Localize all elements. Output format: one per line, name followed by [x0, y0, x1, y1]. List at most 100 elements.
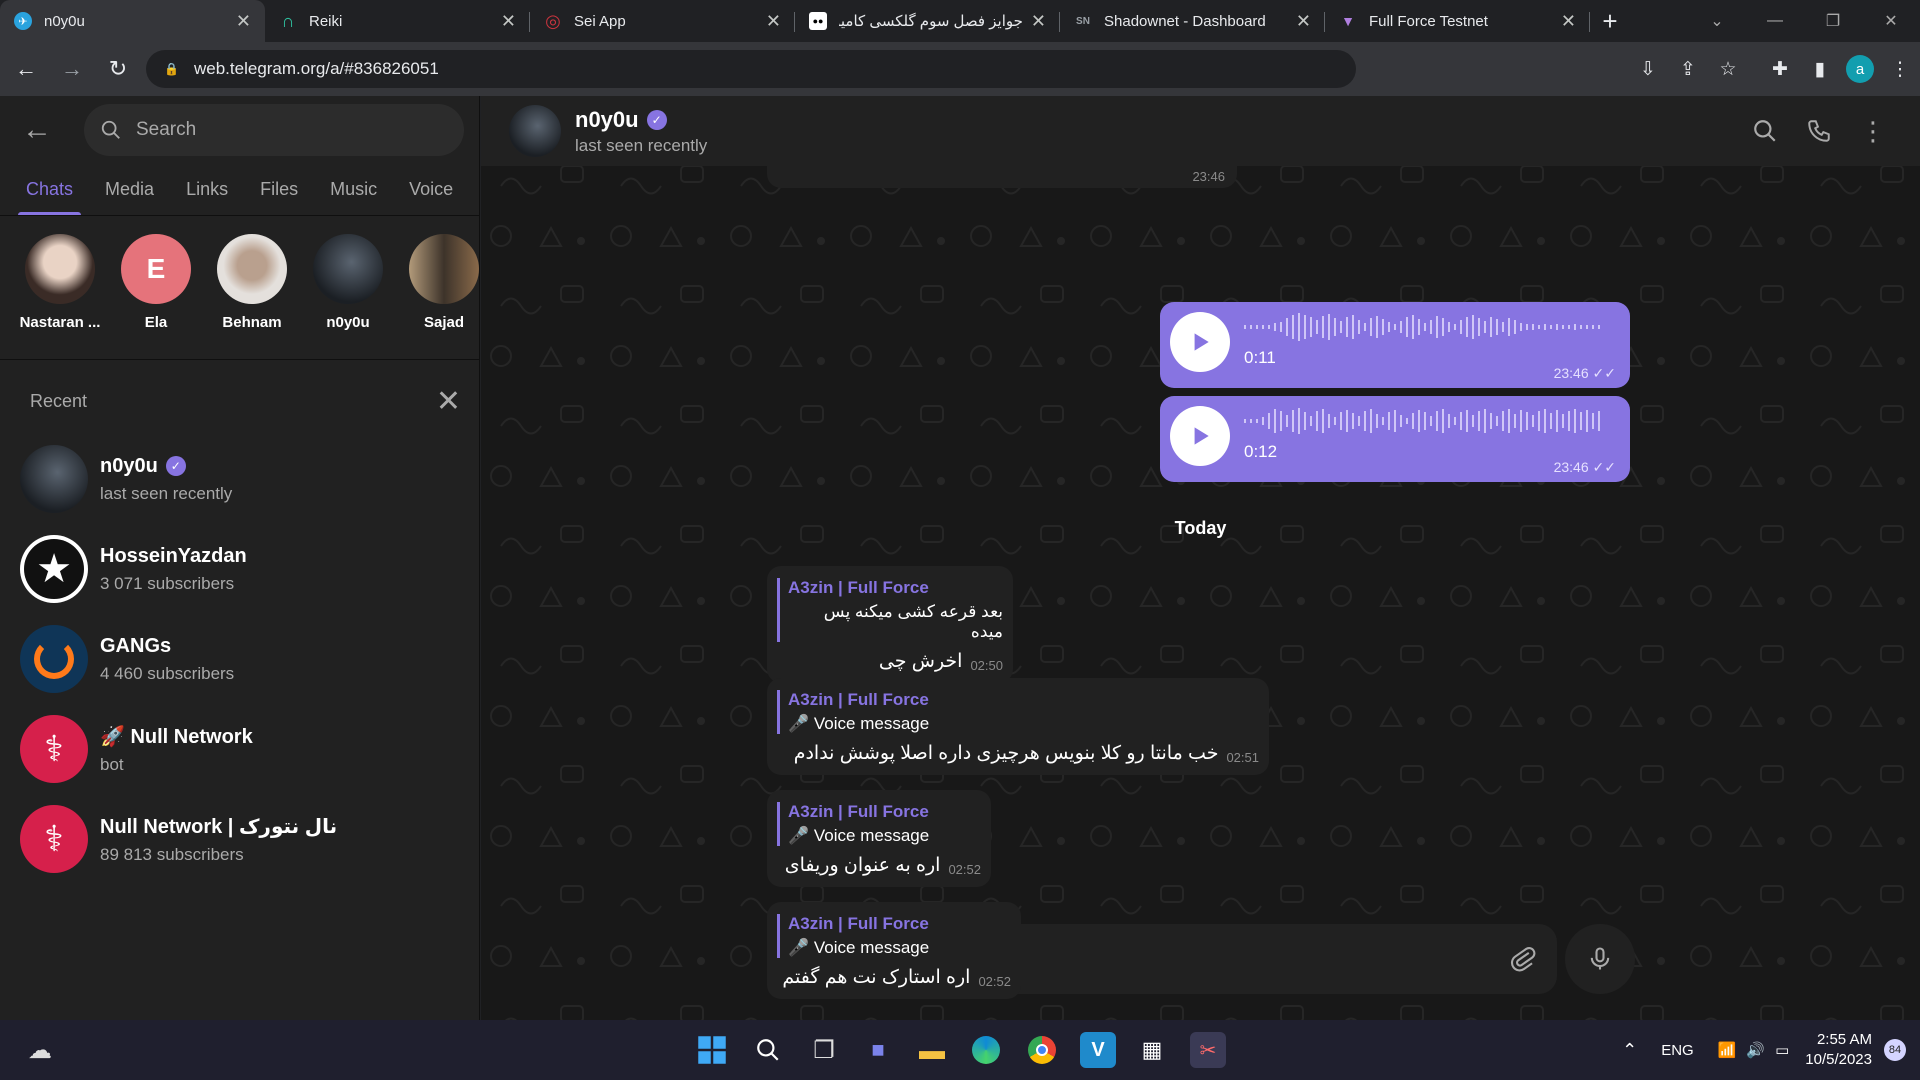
tab-chats[interactable]: Chats: [10, 164, 89, 215]
share-icon[interactable]: ⇪: [1668, 49, 1708, 89]
new-tab-button[interactable]: +: [1590, 0, 1630, 42]
shadownet-favicon-icon: SN: [1076, 15, 1090, 27]
play-icon: [1194, 333, 1209, 351]
forward-icon[interactable]: →: [52, 49, 92, 89]
message-bubble[interactable]: A3zin | Full Force بعد قرعه کشی میکنه پس…: [767, 566, 1013, 683]
weather-icon[interactable]: ☁: [22, 1032, 58, 1068]
chat-header[interactable]: n0y0u ✓ last seen recently ⋮: [481, 96, 1920, 166]
message-bubble[interactable]: A3zin | Full Force 🎤 Voice message خب ما…: [767, 678, 1269, 775]
sei-favicon-icon: ◎: [545, 10, 561, 31]
recent-item-null-network-channel[interactable]: ⚕ Null Network | نال نتورک 89 813 subscr…: [0, 794, 479, 884]
tab-music[interactable]: Music: [314, 164, 393, 215]
language-indicator[interactable]: ENG: [1661, 1042, 1694, 1059]
reply-quote[interactable]: A3zin | Full Force 🎤 Voice message: [777, 690, 1259, 734]
reply-quote[interactable]: A3zin | Full Force 🎤 Voice message: [777, 802, 981, 846]
chevron-up-icon[interactable]: ⌃: [1622, 1040, 1637, 1061]
minimize-icon[interactable]: —: [1746, 0, 1804, 42]
reply-quote[interactable]: A3zin | Full Force بعد قرعه کشی میکنه پس…: [777, 578, 1003, 642]
wifi-icon[interactable]: 📶: [1718, 1041, 1737, 1059]
person-nastaran[interactable]: Nastaran ...: [12, 234, 108, 359]
search-placeholder: Search: [136, 119, 197, 140]
close-window-icon[interactable]: ✕: [1862, 0, 1920, 42]
tab-links[interactable]: Links: [170, 164, 244, 215]
search-icon[interactable]: [1738, 118, 1792, 144]
browser-tab-reiki[interactable]: ∩ Reiki ✕: [265, 0, 530, 42]
browser-menu-icon[interactable]: ⋮: [1880, 49, 1920, 89]
reply-text: 🎤 Voice message: [788, 826, 930, 845]
search-input[interactable]: Search: [84, 104, 464, 156]
close-tab-icon[interactable]: ✕: [1031, 11, 1046, 32]
address-bar[interactable]: 🔒 web.telegram.org/a/#836826051: [146, 50, 1356, 88]
tab-media[interactable]: Media: [89, 164, 170, 215]
snipping-tool-icon[interactable]: ✂: [1190, 1032, 1226, 1068]
message-text: اره به عنوان وریفای: [784, 855, 941, 876]
volume-icon[interactable]: 🔊: [1746, 1041, 1765, 1059]
browser-tab-sei[interactable]: ◎ Sei App ✕: [530, 0, 795, 42]
notification-badge[interactable]: 84: [1884, 1039, 1906, 1061]
close-tab-icon[interactable]: ✕: [501, 11, 516, 32]
install-app-icon[interactable]: ⇩: [1628, 49, 1668, 89]
vpn-app-icon[interactable]: V: [1080, 1032, 1116, 1068]
person-n0y0u[interactable]: n0y0u: [300, 234, 396, 359]
chat-name: Null Network | نال نتورک: [100, 815, 338, 838]
avatar: [20, 445, 88, 513]
recent-item-gangs[interactable]: GANGs 4 460 subscribers: [0, 614, 479, 704]
tab-search-icon[interactable]: ⌄: [1688, 0, 1746, 42]
close-tab-icon[interactable]: ✕: [1561, 11, 1576, 32]
bookmark-star-icon[interactable]: ☆: [1708, 49, 1748, 89]
teams-chat-icon[interactable]: ■: [860, 1032, 896, 1068]
browser-tab-shadownet[interactable]: SN Shadownet - Dashboard ✕: [1060, 0, 1325, 42]
tab-files[interactable]: Files: [244, 164, 314, 215]
store-icon[interactable]: ▦: [1134, 1032, 1170, 1068]
browser-tab-fullforce[interactable]: ▼ Full Force Testnet ✕: [1325, 0, 1590, 42]
close-tab-icon[interactable]: ✕: [1296, 11, 1311, 32]
phone-call-icon[interactable]: [1792, 118, 1846, 144]
start-menu-icon[interactable]: [694, 1032, 730, 1068]
voice-message-outgoing[interactable]: 0:11 23:46 ✓✓: [1160, 302, 1630, 388]
person-name: Ela: [144, 314, 168, 331]
reiki-favicon-icon: ∩: [281, 10, 295, 31]
chat-name: HosseinYazdan: [100, 544, 247, 567]
message-bubble[interactable]: A3zin | Full Force 🎤 Voice message اره ب…: [767, 790, 991, 887]
task-view-icon[interactable]: ❐: [806, 1032, 842, 1068]
back-arrow-icon[interactable]: ←: [22, 113, 62, 147]
recent-item-hosseinyazdan[interactable]: ★ HosseinYazdan 3 071 subscribers: [0, 524, 479, 614]
file-explorer-icon[interactable]: ▬: [914, 1032, 950, 1068]
close-tab-icon[interactable]: ✕: [766, 11, 781, 32]
chat-title: n0y0u: [575, 106, 639, 132]
chrome-browser-icon[interactable]: [1024, 1032, 1060, 1068]
back-icon[interactable]: ←: [6, 49, 46, 89]
chat-subtitle: last seen recently: [100, 483, 233, 503]
browser-tab-telegram[interactable]: ✈ n0y0u ✕: [0, 0, 265, 42]
left-sidebar: ← Search Chats Media Links Files Music V…: [0, 96, 480, 1020]
person-ela[interactable]: E Ela: [108, 234, 204, 359]
reply-quote[interactable]: A3zin | Full Force 🎤 Voice message: [777, 914, 1011, 958]
search-icon[interactable]: [750, 1032, 786, 1068]
close-tab-icon[interactable]: ✕: [236, 11, 251, 32]
restore-icon[interactable]: ❐: [1804, 0, 1862, 42]
waveform: [1244, 408, 1600, 434]
clear-recent-icon[interactable]: ✕: [436, 384, 461, 419]
person-behnam[interactable]: Behnam: [204, 234, 300, 359]
profile-avatar[interactable]: a: [1846, 55, 1874, 83]
extensions-icon[interactable]: ✚: [1760, 49, 1800, 89]
chat-avatar[interactable]: [509, 105, 561, 157]
side-panel-icon[interactable]: ▮: [1800, 49, 1840, 89]
reload-icon[interactable]: ↻: [98, 49, 138, 89]
chat-name: 🚀 Null Network: [100, 725, 253, 748]
recent-item-null-network-bot[interactable]: ⚕ 🚀 Null Network bot: [0, 704, 479, 794]
tab-voice[interactable]: Voice: [393, 164, 469, 215]
chat-subtitle: 89 813 subscribers: [100, 844, 244, 864]
play-button[interactable]: [1170, 406, 1230, 466]
more-menu-icon[interactable]: ⋮: [1846, 116, 1900, 147]
edge-browser-icon[interactable]: [968, 1032, 1004, 1068]
voice-message-outgoing[interactable]: 0:12 23:46 ✓✓: [1160, 396, 1630, 482]
clock[interactable]: 2:55 AM 10/5/2023: [1805, 1030, 1872, 1070]
person-sajad[interactable]: Sajad: [396, 234, 492, 359]
play-button[interactable]: [1170, 312, 1230, 372]
browser-tab-galaxy[interactable]: ●● جوایز فصل سوم گلکسی کامیونیتی ✕: [795, 0, 1060, 42]
null-network-avatar-icon: ⚕: [20, 715, 88, 783]
recent-item-n0y0u[interactable]: n0y0u ✓ last seen recently: [0, 434, 479, 524]
battery-icon[interactable]: ▭: [1775, 1041, 1789, 1059]
message-bubble[interactable]: A3zin | Full Force 🎤 Voice message اره ا…: [767, 902, 1021, 999]
